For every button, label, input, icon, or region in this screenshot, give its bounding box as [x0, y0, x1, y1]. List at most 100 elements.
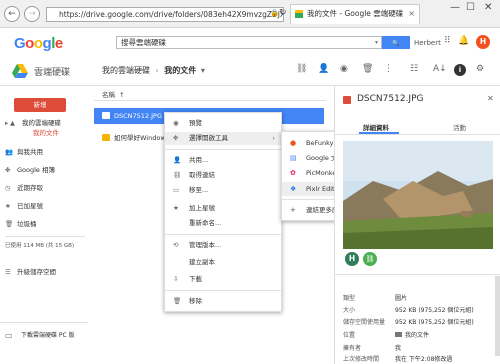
more-vert-icon[interactable]: ⋮ [384, 64, 393, 74]
menu-item-label: 下載 [189, 275, 202, 283]
detail-row-owner: 擁有者 我 [343, 343, 493, 352]
search-icon: 🔍 [392, 40, 400, 47]
upgrade-label: 升級儲存空間 [17, 268, 56, 276]
refresh-icon[interactable]: ↻ [279, 8, 287, 18]
address-bar[interactable]: https://drive.google.com/drive/folders/0… [46, 7, 284, 22]
upgrade-storage-link[interactable]: ☰ 升級儲存空間 [5, 266, 87, 276]
menu-item-get-link[interactable]: ⛓ 取得連結 [165, 169, 281, 182]
breadcrumb-current[interactable]: 我的文件 [164, 66, 196, 75]
detail-key: 大小 [343, 307, 356, 314]
menu-item-make-copy[interactable]: 建立副本 [165, 256, 281, 269]
tab-activity[interactable]: 活動 [453, 122, 466, 132]
minimize-icon[interactable]: — [450, 2, 460, 13]
forward-button[interactable]: → [24, 6, 40, 22]
link-icon[interactable]: ⛓ [296, 64, 307, 74]
back-button[interactable]: ← [4, 6, 20, 22]
sidebar-item-photos[interactable]: ✤ Google 相簿 [5, 164, 87, 174]
menu-item-label: 管理版本... [189, 241, 222, 249]
owner-avatar[interactable]: H [345, 252, 359, 266]
menu-item-share[interactable]: 👤 共用... [165, 154, 281, 167]
link-share-icon[interactable]: ⛓ [363, 252, 377, 266]
detail-row-storage: 儲存空間使用量 952 KB (975,252 個位元組) [343, 317, 493, 326]
menu-item-preview[interactable]: ◉ 預覽 [165, 117, 281, 130]
menu-item-star[interactable]: ★ 加上星號 [165, 202, 281, 215]
chevron-down-icon[interactable]: ▾ [201, 66, 205, 75]
detail-key: 位置 [343, 332, 356, 339]
avatar[interactable]: H [476, 35, 490, 49]
detail-key: 上次修改時間 [343, 356, 380, 363]
detail-value[interactable]: 我的文件 [395, 332, 429, 339]
list-view-icon[interactable]: ☷ [410, 64, 418, 74]
detail-value: 圖片 [395, 295, 408, 302]
menu-item-move[interactable]: ▭ 移至... [165, 184, 281, 197]
maximize-icon[interactable]: ☐ [466, 2, 475, 13]
notifications-icon[interactable]: 🔔 [458, 36, 469, 46]
search-button[interactable]: 🔍 [382, 36, 410, 49]
column-header-label: 名稱 [102, 91, 115, 99]
sort-arrow-icon[interactable]: ↑ [119, 91, 124, 99]
menu-item-open-with[interactable]: ✥ 選擇開啟工具 › [165, 132, 281, 145]
sidebar-item-shared[interactable]: 👥 與我共用 [5, 146, 87, 156]
photo-preview[interactable] [343, 141, 493, 249]
sidebar-item-label: 我的文件 [33, 129, 59, 137]
computer-icon: ▭ [5, 331, 13, 340]
sidebar-item-my-drive[interactable]: ▸ ▲ 我的雲端硬碟 [5, 117, 87, 127]
google-logo[interactable]: Google [14, 35, 63, 52]
detail-key: 類型 [343, 295, 356, 302]
sidebar-item-label: 近期存取 [17, 184, 43, 192]
forward-icon: → [28, 9, 36, 19]
person-add-icon: 👤 [173, 156, 182, 164]
browser-tab[interactable]: 我的文件 - Google 雲端硬碟 × [290, 4, 420, 24]
sidebar-item-starred[interactable]: ★ 已加星號 [5, 200, 87, 210]
storage-usage: 已使用 114 MB (共 15 GB) [5, 243, 75, 249]
menu-item-download[interactable]: ⇩ 下載 [165, 273, 281, 286]
close-icon[interactable]: ✕ [487, 94, 494, 103]
breadcrumb-root[interactable]: 我的雲端硬碟 [102, 66, 150, 75]
sidebar-item-label: Google 相簿 [17, 166, 55, 174]
browser-titlebar: ← → https://drive.google.com/drive/folde… [0, 0, 500, 28]
lock-icon: 🔒 [270, 9, 279, 17]
eye-icon[interactable]: ◉ [340, 64, 348, 74]
menu-item-label: 取得連結 [189, 171, 215, 179]
sidebar: 新增 ▸ ▲ 我的雲端硬碟 我的文件 👥 與我共用 ✤ Google 相簿 ◷ 近期存取 … [0, 86, 88, 364]
logo-letter: g [42, 35, 52, 52]
search-dropdown-icon[interactable]: ▾ [375, 37, 378, 48]
pixlr-icon: ❖ [290, 185, 297, 193]
search-input[interactable]: 搜尋雲端硬碟 ▾ [116, 36, 382, 49]
search-value: 搜尋雲端硬碟 [121, 38, 166, 47]
detail-key: 擁有者 [343, 345, 362, 352]
detail-value: 我在 下午2:08修改過 [395, 356, 453, 363]
trash-icon[interactable]: 🗑 [362, 64, 373, 74]
divider [165, 290, 281, 291]
logo-letter: o [33, 35, 43, 52]
menu-item-label: 預覽 [189, 119, 202, 127]
location-value: 我的文件 [405, 332, 430, 339]
google-header: Google 搜尋雲端硬碟 ▾ 🔍 Herbert ⠿ 🔔 H [0, 28, 500, 56]
close-window-icon[interactable]: ✕ [484, 2, 492, 13]
sidebar-item-label: 已加星號 [17, 202, 43, 210]
tab-details[interactable]: 詳細資料 [363, 122, 389, 132]
close-tab-icon[interactable]: × [408, 5, 415, 23]
sidebar-item-recent[interactable]: ◷ 近期存取 [5, 182, 87, 192]
detail-key: 儲存空間使用量 [343, 319, 386, 326]
settings-icon[interactable]: ⚙ [476, 64, 484, 74]
download-icon: ⇩ [173, 275, 179, 283]
breadcrumb-separator: › [155, 66, 159, 75]
shared-icon: 👥 [5, 148, 14, 156]
menu-item-manage-versions[interactable]: ⟲ 管理版本... [165, 239, 281, 252]
info-icon[interactable]: i [454, 64, 466, 76]
folder-icon [395, 332, 402, 337]
menu-item-rename[interactable]: 重新命名... [165, 217, 281, 230]
menu-item-label: 重新命名... [189, 219, 222, 227]
details-scrollbar[interactable] [495, 276, 500, 356]
new-button[interactable]: 新增 [14, 98, 66, 112]
menu-item-remove[interactable]: 🗑 移除 [165, 295, 281, 308]
apps-grid-icon[interactable]: ⠿ [444, 36, 451, 46]
sidebar-item-trash[interactable]: 🗑 垃圾桶 [5, 218, 87, 228]
column-header-name[interactable]: 名稱 ↑ [102, 89, 125, 99]
drive-title[interactable]: 雲端硬碟 [34, 65, 70, 78]
person-add-icon[interactable]: 👤 [318, 64, 329, 74]
menu-item-label: 共用... [189, 156, 209, 164]
user-name[interactable]: Herbert [414, 39, 441, 47]
sort-icon[interactable]: A↓ [433, 64, 447, 74]
